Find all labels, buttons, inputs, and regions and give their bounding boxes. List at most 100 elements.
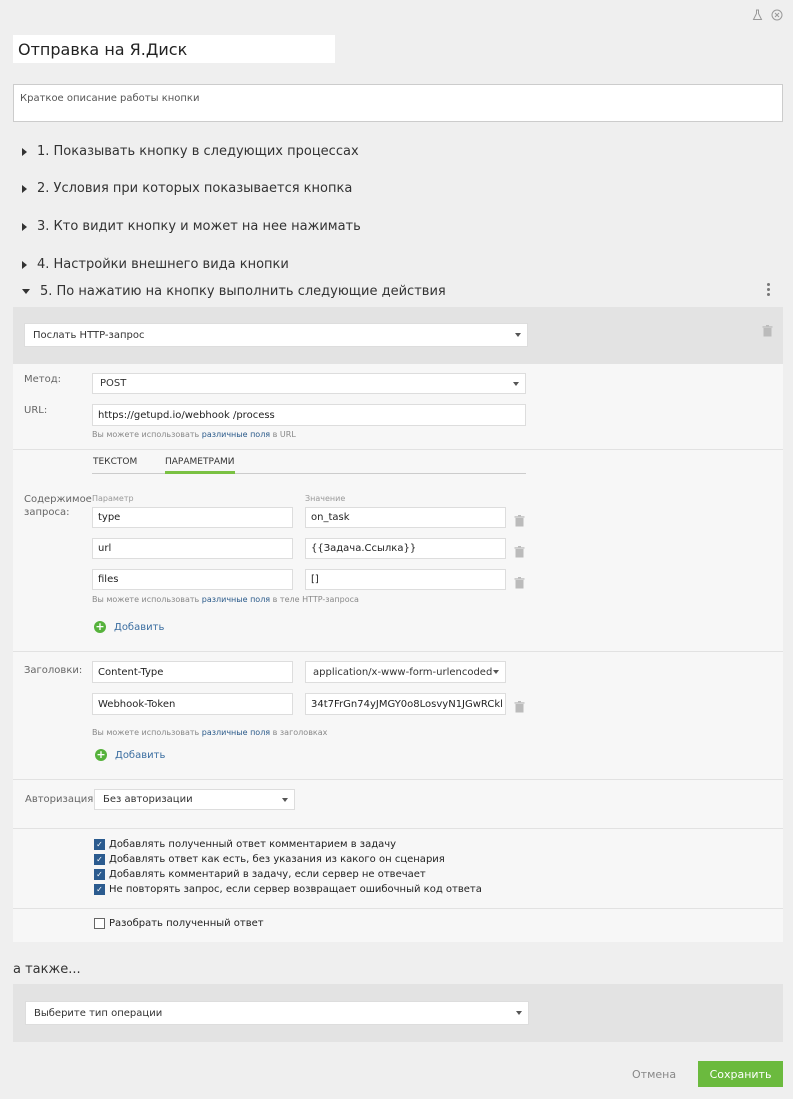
method-select[interactable]: POST xyxy=(92,373,526,394)
section-processes[interactable]: 1. Показывать кнопку в следующих процесс… xyxy=(22,144,359,159)
param-value-input[interactable]: [] xyxy=(305,569,506,590)
header-name-input[interactable]: Webhook-Token xyxy=(92,693,293,715)
hint-text: в URL xyxy=(272,430,296,439)
url-input[interactable]: https://getupd.io/webhook /process xyxy=(92,404,526,426)
trash-icon[interactable] xyxy=(762,322,773,337)
triangle-down-icon xyxy=(22,289,30,294)
section-label: 3. Кто видит кнопку и может на нее нажим… xyxy=(37,219,361,234)
fields-link[interactable]: различные поля xyxy=(202,728,270,737)
checkbox[interactable]: ✓ xyxy=(94,854,105,865)
divider xyxy=(13,908,783,909)
section-label: 2. Условия при которых показывается кноп… xyxy=(37,181,353,196)
checkbox[interactable]: ✓ xyxy=(94,918,105,929)
param-name-input[interactable]: url xyxy=(92,538,293,559)
operation-type-select[interactable]: Выберите тип операции xyxy=(25,1001,529,1025)
section-label: 1. Показывать кнопку в следующих процесс… xyxy=(37,144,359,159)
description-input[interactable]: Краткое описание работы кнопки xyxy=(13,84,783,122)
header-value-select[interactable]: application/x-www-form-urlencoded xyxy=(305,661,506,683)
section-conditions[interactable]: 2. Условия при которых показывается кноп… xyxy=(22,181,352,196)
close-circle-icon[interactable] xyxy=(770,8,783,21)
kebab-icon[interactable] xyxy=(767,283,771,296)
add-label: Добавить xyxy=(114,621,165,633)
action-type-select[interactable]: Послать HTTP-запрос xyxy=(24,323,528,347)
auth-label: Авторизация: xyxy=(25,794,97,805)
checkbox[interactable]: ✓ xyxy=(94,869,105,880)
chevron-down-icon xyxy=(493,670,499,674)
option-add-response-comment[interactable]: ✓ Добавлять полученный ответ комментарие… xyxy=(94,839,396,850)
header-value: application/x-www-form-urlencoded xyxy=(313,666,493,678)
trash-icon[interactable] xyxy=(514,574,525,589)
button-title-input[interactable]: Отправка на Я.Диск xyxy=(13,35,335,63)
param-value-input[interactable]: {{Задача.Ссылка}} xyxy=(305,538,506,559)
header-value-input[interactable]: 34t7FrGn74yJMGY0o8LosvyN1JGwRCkl xyxy=(305,693,506,715)
tab-text[interactable]: ТЕКСТОМ xyxy=(93,457,137,467)
checkbox[interactable]: ✓ xyxy=(94,839,105,850)
save-button[interactable]: Сохранить xyxy=(698,1061,783,1087)
body-hint: Вы можете использовать различные поля в … xyxy=(92,595,359,604)
headers-hint: Вы можете использовать различные поля в … xyxy=(92,728,327,737)
operation-placeholder: Выберите тип операции xyxy=(34,1007,163,1019)
tab-active-indicator xyxy=(165,471,235,474)
section-visibility[interactable]: 3. Кто видит кнопку и может на нее нажим… xyxy=(22,219,361,234)
trash-icon[interactable] xyxy=(514,543,525,558)
auth-select[interactable]: Без авторизации xyxy=(94,789,295,810)
trash-icon[interactable] xyxy=(514,698,525,713)
window-actions xyxy=(751,8,783,21)
add-label: Добавить xyxy=(115,749,166,761)
chevron-down-icon xyxy=(282,797,288,802)
section-label: 4. Настройки внешнего вида кнопки xyxy=(37,257,289,272)
hint-text: Вы можете использовать xyxy=(92,728,200,737)
option-label: Добавлять полученный ответ комментарием … xyxy=(109,839,397,850)
divider xyxy=(13,651,783,652)
triangle-right-icon xyxy=(22,260,27,269)
add-header-button[interactable]: + Добавить xyxy=(95,749,165,761)
header-name-input[interactable]: Content-Type xyxy=(92,661,293,683)
chevron-down-icon xyxy=(513,381,519,386)
param-name-input[interactable]: files xyxy=(92,569,293,590)
checkbox[interactable]: ✓ xyxy=(94,884,105,895)
tabs-underline xyxy=(92,473,526,474)
param-name-input[interactable]: type xyxy=(92,507,293,528)
trash-icon[interactable] xyxy=(514,512,525,527)
param-value-input[interactable]: on_task xyxy=(305,507,506,528)
hint-text: Вы можете использовать xyxy=(92,595,200,604)
url-hint: Вы можете использовать различные поля в … xyxy=(92,430,296,439)
fields-link[interactable]: различные поля xyxy=(202,595,270,604)
option-label: Добавлять ответ как есть, без указания и… xyxy=(109,854,445,865)
option-label: Разобрать полученный ответ xyxy=(109,918,264,929)
body-label: Содержимое запроса: xyxy=(24,494,92,518)
triangle-right-icon xyxy=(22,184,27,193)
plus-circle-icon: + xyxy=(94,620,106,633)
method-label: Метод: xyxy=(24,374,62,385)
chevron-down-icon xyxy=(516,1011,522,1015)
tab-params[interactable]: ПАРАМЕТРАМИ xyxy=(165,457,235,467)
triangle-right-icon xyxy=(22,222,27,231)
fields-link[interactable]: различные поля xyxy=(202,430,270,439)
divider xyxy=(13,779,783,780)
divider xyxy=(13,449,783,450)
auth-value: Без авторизации xyxy=(103,794,193,805)
hint-text: в заголовках xyxy=(272,728,328,737)
method-value: POST xyxy=(100,378,127,389)
option-raw-response[interactable]: ✓ Добавлять ответ как есть, без указания… xyxy=(94,854,445,865)
plus-circle-icon: + xyxy=(95,748,107,761)
url-label: URL: xyxy=(24,405,48,416)
headers-label: Заголовки: xyxy=(24,665,83,676)
option-parse-response[interactable]: ✓ Разобрать полученный ответ xyxy=(94,918,264,929)
value-column-label: Значение xyxy=(305,494,346,503)
cancel-button[interactable]: Отмена xyxy=(632,1068,676,1081)
param-column-label: Параметр xyxy=(92,494,134,503)
hint-text: Вы можете использовать xyxy=(92,430,200,439)
section-appearance[interactable]: 4. Настройки внешнего вида кнопки xyxy=(22,257,289,272)
section-label: 5. По нажатию на кнопку выполнить следую… xyxy=(40,284,446,299)
option-comment-on-timeout[interactable]: ✓ Добавлять комментарий в задачу, если с… xyxy=(94,869,426,880)
flask-icon[interactable] xyxy=(751,8,764,21)
add-param-button[interactable]: + Добавить xyxy=(94,621,164,633)
action-type-value: Послать HTTP-запрос xyxy=(33,329,145,341)
section-actions[interactable]: 5. По нажатию на кнопку выполнить следую… xyxy=(22,284,446,299)
option-label: Добавлять комментарий в задачу, если сер… xyxy=(109,869,426,880)
option-no-retry[interactable]: ✓ Не повторять запрос, если сервер возвр… xyxy=(94,884,482,895)
also-heading: а также... xyxy=(13,962,81,977)
divider xyxy=(13,828,783,829)
option-label: Не повторять запрос, если сервер возвращ… xyxy=(109,884,482,895)
